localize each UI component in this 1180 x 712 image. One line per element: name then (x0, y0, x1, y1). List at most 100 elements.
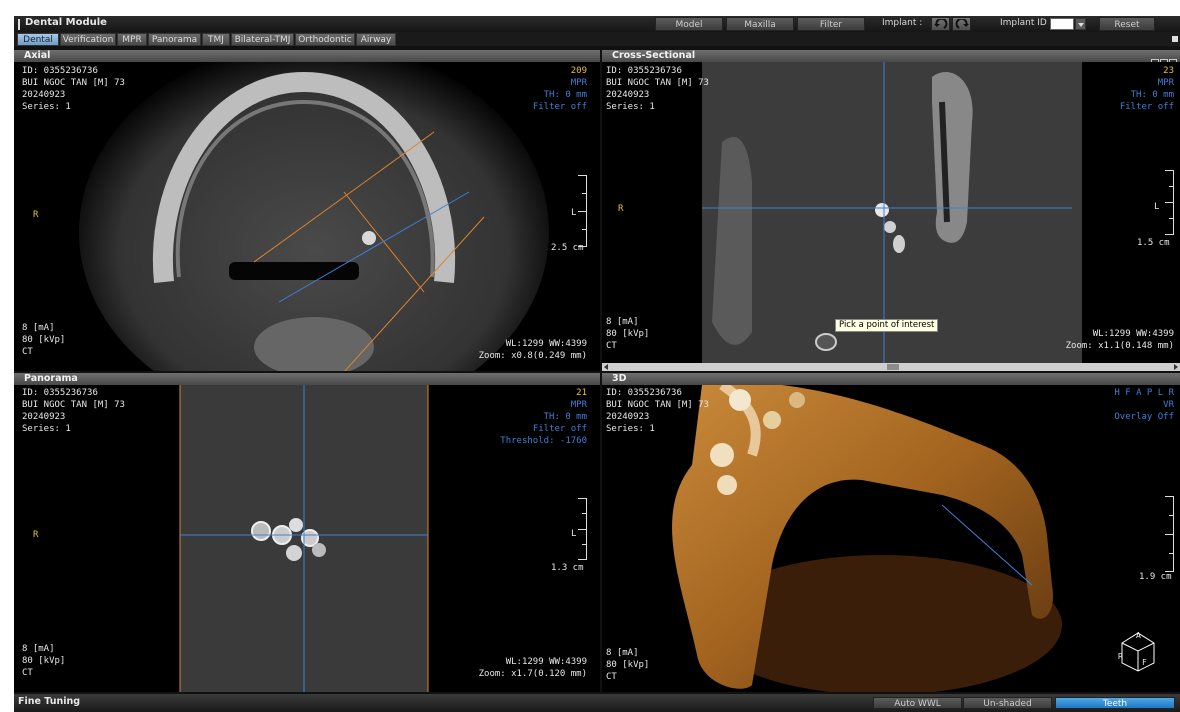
tab-dental[interactable]: Dental (17, 33, 59, 46)
cross-sectional-viewport[interactable]: Cross-Sectional ID: 0355236736 BUI NGOC (602, 50, 1180, 371)
orientation-buttons[interactable]: H F A P L R (1114, 387, 1174, 399)
tab-tmj[interactable]: TMJ (202, 33, 230, 46)
series-number: Series: 1 (606, 102, 655, 112)
series-number: Series: 1 (22, 424, 71, 434)
axial-patient-info: ID: 0355236736 BUI NGOC TAN [M] 73 20240… (22, 65, 125, 113)
axial-window-info: WL:1299 WW:4399 Zoom: x0.8(0.249 mm) (479, 338, 587, 362)
module-marker (18, 19, 20, 30)
cube-face-front: F (1142, 658, 1147, 667)
scroll-left-icon[interactable] (604, 364, 608, 370)
tube-current: 8 [mA] (22, 644, 55, 654)
expand-icon[interactable] (1172, 36, 1178, 42)
panorama-patient-info: ID: 0355236736 BUI NGOC TAN [M] 73 20240… (22, 387, 125, 435)
filter-status: Filter off (1119, 102, 1174, 112)
series-number: Series: 1 (606, 424, 655, 434)
tab-verification[interactable]: Verification (60, 33, 116, 46)
cross-sectional-image-area[interactable]: ID: 0355236736 BUI NGOC TAN [M] 73 20240… (602, 62, 1180, 371)
patient-id: ID: 0355236736 (606, 66, 682, 76)
axial-header: Axial (14, 50, 600, 62)
fine-tuning-bar: Fine Tuning Auto WWL Un-shaded Teeth (14, 694, 1180, 712)
filter-status: Filter off (532, 424, 587, 434)
model-button[interactable]: Model (655, 17, 723, 31)
tab-orthodontic[interactable]: Orthodontic (295, 33, 355, 46)
modality: CT (606, 341, 617, 351)
view-mode: MPR (1157, 78, 1174, 88)
tab-mpr[interactable]: MPR (117, 33, 147, 46)
module-title: Dental Module (25, 17, 107, 28)
overlay-status[interactable]: Overlay Off (1114, 411, 1174, 423)
window-level: WL:1299 WW:4399 (505, 657, 587, 667)
panorama-scale-label: 1.3 cm (551, 563, 584, 573)
auto-wwl-button[interactable]: Auto WWL (873, 697, 962, 709)
cube-face-top: A (1136, 631, 1141, 640)
tube-voltage: 80 [kVp] (22, 656, 66, 666)
3d-render-area[interactable]: ID: 0355236736 BUI NGOC TAN [M] 73 20240… (602, 385, 1180, 692)
3d-header: 3D (602, 373, 1180, 385)
scroll-right-icon[interactable] (1174, 364, 1178, 370)
zoom-level: Zoom: x1.1(0.148 mm) (1065, 341, 1174, 351)
tube-current: 8 [mA] (606, 317, 639, 327)
slice-number: 23 (1163, 66, 1174, 76)
filter-button[interactable]: Filter (797, 17, 865, 31)
slice-thickness: TH: 0 mm (543, 412, 587, 422)
study-date: 20240923 (22, 412, 66, 422)
3d-title: 3D (612, 373, 627, 384)
implant-id-dropdown-icon[interactable] (1075, 18, 1086, 30)
patient-id: ID: 0355236736 (22, 388, 98, 398)
tube-voltage: 80 [kVp] (606, 329, 650, 339)
render-mode: VR (1163, 400, 1174, 410)
panorama-acquisition-info: 8 [mA] 80 [kVp] CT (22, 643, 65, 679)
panorama-window-info: WL:1299 WW:4399 Zoom: x1.7(0.120 mm) (479, 656, 587, 680)
view-mode: MPR (570, 400, 587, 410)
reset-button[interactable]: Reset (1099, 17, 1155, 31)
threshold-value: Threshold: -1760 (500, 436, 587, 446)
implant-label: Implant : (882, 18, 923, 28)
horizontal-scrollbar[interactable] (602, 363, 1180, 371)
tab-airway[interactable]: Airway (356, 33, 396, 46)
3d-scale-label: 1.9 cm (1139, 572, 1172, 582)
window-level: WL:1299 WW:4399 (505, 339, 587, 349)
patient-name: BUI NGOC TAN [M] 73 (606, 78, 709, 88)
panorama-title: Panorama (24, 373, 78, 384)
modality: CT (22, 668, 33, 678)
teeth-button[interactable]: Teeth (1055, 697, 1175, 709)
orientation-cube-icon[interactable]: A R F (1116, 629, 1160, 673)
orientation-marker-left: L (1154, 202, 1160, 212)
cross-sectional-view-info: 23 MPR TH: 0 mm Filter off (1120, 65, 1174, 113)
panorama-image-area[interactable]: ID: 0355236736 BUI NGOC TAN [M] 73 20240… (14, 385, 600, 692)
cross-sectional-patient-info: ID: 0355236736 BUI NGOC TAN [M] 73 20240… (606, 65, 709, 113)
axial-viewport[interactable]: Axial ID: 0355236736 BUI NGOC TAN [M] 73… (14, 50, 600, 371)
implant-id-field[interactable] (1050, 18, 1074, 30)
tab-bilateral-tmj[interactable]: Bilateral-TMJ (231, 33, 294, 46)
tab-panorama[interactable]: Panorama (148, 33, 201, 46)
patient-name: BUI NGOC TAN [M] 73 (22, 78, 125, 88)
redo-icon[interactable] (952, 17, 971, 31)
zoom-level: Zoom: x1.7(0.120 mm) (478, 669, 587, 679)
study-date: 20240923 (606, 90, 650, 100)
scrollbar-thumb[interactable] (887, 364, 899, 370)
panorama-viewport[interactable]: Panorama ID: 0355236736 BUI NGOC TAN [M]… (14, 373, 600, 692)
slice-number: 21 (576, 388, 587, 398)
slice-thickness: TH: 0 mm (1130, 90, 1174, 100)
tooltip: Pick a point of interest (835, 319, 939, 332)
tube-voltage: 80 [kVp] (22, 335, 66, 345)
3d-viewport[interactable]: 3D ID: 0355236736 BUI NGOC TAN [M] 73 20… (602, 373, 1180, 692)
patient-name: BUI NGOC TAN [M] 73 (22, 400, 125, 410)
tube-current: 8 [mA] (606, 648, 639, 658)
tube-voltage: 80 [kVp] (606, 660, 650, 670)
un-shaded-button[interactable]: Un-shaded (963, 697, 1052, 709)
axial-image-area[interactable]: ID: 0355236736 BUI NGOC TAN [M] 73 20240… (14, 62, 600, 371)
3d-acquisition-info: 8 [mA] 80 [kVp] CT (606, 647, 649, 683)
view-mode: MPR (570, 78, 587, 88)
axial-scale-bar (578, 175, 587, 247)
undo-icon[interactable] (931, 17, 950, 31)
panorama-scale-bar (578, 498, 587, 560)
filter-status: Filter off (532, 102, 587, 112)
cross-sectional-scale-label: 1.5 cm (1137, 238, 1170, 248)
slice-number: 209 (570, 66, 587, 76)
maxilla-button[interactable]: Maxilla (726, 17, 794, 31)
3d-scale-bar (1165, 496, 1174, 572)
patient-name: BUI NGOC TAN [M] 73 (606, 400, 709, 410)
cube-face-left: R (1118, 652, 1123, 661)
orientation-marker-right: R (33, 530, 39, 540)
